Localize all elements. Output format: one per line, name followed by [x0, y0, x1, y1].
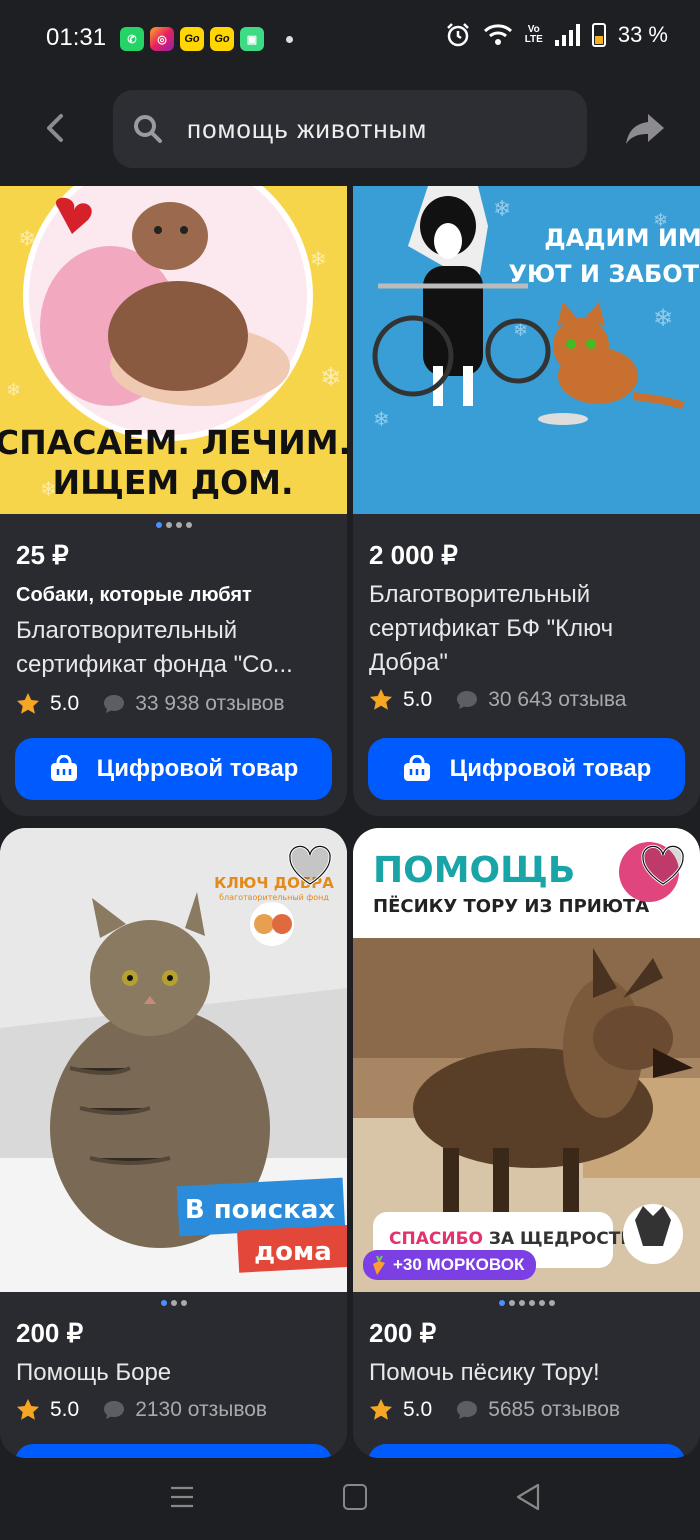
product-title[interactable]: Помочь пёсику Тору! — [369, 1356, 686, 1390]
product-title[interactable]: Благотворительный сертификат БФ "Ключ До… — [369, 578, 686, 680]
review-count: 5685 отзывов — [488, 1398, 621, 1421]
home-icon[interactable] — [343, 1484, 367, 1510]
svg-text:❄: ❄ — [310, 247, 327, 271]
alarm-icon — [446, 23, 469, 47]
rating-score: 5.0 — [50, 692, 80, 715]
gogo-icon-2: Go — [210, 27, 234, 51]
svg-text:❄: ❄ — [653, 304, 673, 332]
recent-apps-icon[interactable] — [170, 1484, 194, 1510]
svg-text:❄: ❄ — [373, 407, 390, 431]
image-caption-line1: ДАДИМ ИМ — [544, 224, 700, 252]
rating-score: 5.0 — [403, 1398, 433, 1421]
svg-text:❄: ❄ — [493, 197, 511, 222]
product-card[interactable]: КЛЮЧ ДОБРА благотворительный фонд В поис… — [0, 828, 347, 1458]
product-title[interactable]: Благотворительный сертификат фонда "Со..… — [16, 614, 333, 682]
star-icon — [370, 689, 392, 710]
product-card[interactable]: ❄ ❄ ❄ ❄ ❄ ДАДИМ ИМ УЮТ И ЗАБОТУ 2 000 ₽ … — [353, 186, 700, 816]
image-tag-line2: дома — [254, 1237, 332, 1267]
star-icon — [17, 1399, 39, 1420]
review-count: 2130 отзывов — [135, 1398, 268, 1421]
rating-score: 5.0 — [403, 688, 433, 711]
back-arrow-icon[interactable] — [36, 108, 76, 148]
image-caption-line3: СПАСИБО ЗА ЩЕДРОСТЬ, — [389, 1229, 640, 1249]
product-image[interactable]: ПОМОЩЬ ПЁСИКУ ТОРУ ИЗ ПРИЮТА СПАСИБО ЗА … — [353, 828, 700, 1292]
digital-product-button[interactable]: Цифровой товар — [368, 738, 685, 800]
product-rating: 5.0 30 643 отзыва — [369, 688, 626, 712]
whatsapp-icon: ✆ — [120, 27, 144, 51]
product-price: 25 ₽ — [16, 540, 69, 570]
green-app-icon: ▣ — [240, 27, 264, 51]
status-bar: 01:31 ✆ ◎ Go Go ▣ Vo LTE 33 % — [0, 0, 700, 80]
star-icon — [370, 1399, 392, 1420]
share-icon[interactable] — [624, 108, 668, 148]
product-price: 2 000 ₽ — [369, 540, 458, 570]
review-bubble-icon — [104, 695, 125, 713]
product-price: 200 ₽ — [369, 1318, 437, 1348]
signal-icon — [554, 24, 580, 46]
carrot-icon — [373, 1255, 385, 1275]
wifi-icon — [483, 24, 512, 45]
search-header: помощь животным — [0, 88, 700, 170]
notification-icons: ✆ ◎ Go Go ▣ — [120, 27, 293, 51]
clock: 01:31 — [46, 24, 107, 51]
product-card[interactable]: ПОМОЩЬ ПЁСИКУ ТОРУ ИЗ ПРИЮТА СПАСИБО ЗА … — [353, 828, 700, 1458]
product-rating: 5.0 5685 отзывов — [369, 1398, 620, 1422]
image-caption-line2: ИЩЕМ ДОМ. — [52, 463, 293, 502]
battery-icon — [591, 23, 606, 47]
favorite-heart-icon[interactable] — [640, 844, 686, 888]
image-logo-subtext: благотворительный фонд — [219, 893, 329, 902]
search-query: помощь животным — [187, 114, 428, 144]
product-price: 200 ₽ — [16, 1318, 84, 1348]
card-action-button[interactable] — [368, 1444, 685, 1458]
star-icon — [17, 693, 39, 714]
product-image[interactable]: ❄ ❄ ❄ ❄ ❄ ДАДИМ ИМ УЮТ И ЗАБОТУ — [353, 186, 700, 514]
more-notifications-icon — [286, 35, 293, 43]
gogo-icon: Go — [180, 27, 204, 51]
review-count: 30 643 отзыва — [488, 688, 627, 711]
product-rating: 5.0 2130 отзывов — [16, 1398, 267, 1422]
svg-text:❄: ❄ — [6, 380, 21, 401]
basket-icon — [403, 755, 430, 781]
search-icon — [134, 115, 162, 143]
battery-percent: 33 % — [617, 22, 668, 47]
digital-product-button[interactable]: Цифровой товар — [15, 738, 332, 800]
image-tag-line1: В поисках — [185, 1195, 336, 1225]
system-nav-bar — [0, 1458, 700, 1540]
image-pager-dots — [353, 1300, 700, 1306]
product-card[interactable]: ❄ ❄ ❄ ❄ ❄ ❄ СПАСАЕМ. ЛЕЧИМ. ИЩЕМ ДОМ. 25… — [0, 186, 347, 816]
image-caption-line1: СПАСАЕМ. ЛЕЧИМ. — [0, 423, 347, 462]
product-image[interactable]: ❄ ❄ ❄ ❄ ❄ ❄ СПАСАЕМ. ЛЕЧИМ. ИЩЕМ ДОМ. — [0, 186, 347, 514]
review-bubble-icon — [457, 1401, 478, 1419]
instagram-icon: ◎ — [150, 27, 174, 51]
review-bubble-icon — [457, 691, 478, 709]
image-pager-dots — [0, 522, 347, 528]
basket-icon — [50, 755, 77, 781]
favorite-heart-icon[interactable] — [287, 844, 333, 888]
product-brand: Собаки, которые любят — [16, 584, 252, 606]
product-title[interactable]: Помощь Боре — [16, 1356, 333, 1390]
volte-icon: Vo LTE — [524, 24, 543, 45]
image-pager-dots — [0, 1300, 347, 1306]
nav-back-icon[interactable] — [514, 1482, 542, 1512]
image-caption-line2: УЮТ И ЗАБОТУ — [508, 260, 700, 288]
bonus-badge: +30 МОРКОВОК — [363, 1250, 537, 1280]
image-caption-line2: ПЁСИКУ ТОРУ ИЗ ПРИЮТА — [373, 895, 649, 917]
rating-score: 5.0 — [50, 1398, 80, 1421]
review-bubble-icon — [104, 1401, 125, 1419]
search-input[interactable]: помощь животным — [113, 90, 587, 168]
card-action-button[interactable] — [15, 1444, 332, 1458]
product-rating: 5.0 33 938 отзывов — [16, 692, 285, 716]
image-caption-line1: ПОМОЩЬ — [373, 850, 575, 891]
product-image[interactable]: КЛЮЧ ДОБРА благотворительный фонд В поис… — [0, 828, 347, 1292]
svg-text:❄: ❄ — [320, 363, 342, 393]
review-count: 33 938 отзывов — [135, 692, 285, 715]
